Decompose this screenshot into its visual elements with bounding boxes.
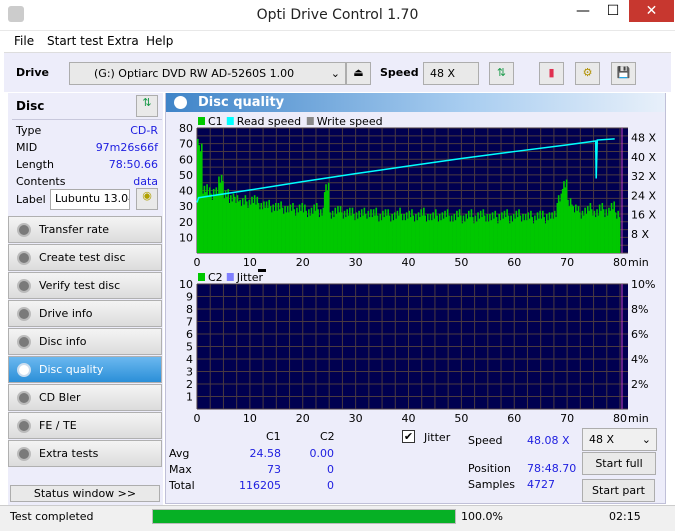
charts: 10203040506070800 10 20 30 40 50 60 70 80 min8 X1… [179, 115, 656, 425]
y2-tick-label: 4% [631, 353, 648, 366]
legend-label: Jitter [236, 271, 264, 284]
start-full-button[interactable]: Start full [582, 452, 656, 475]
x-tick-label: 80 [613, 256, 627, 269]
speed-key: Speed [468, 434, 503, 447]
y-tick-label: 80 [179, 122, 193, 135]
y2-tick-label: 32 X [631, 170, 656, 183]
stats-c1-value: 116205 [239, 479, 281, 492]
status-text: Test completed [10, 510, 94, 523]
y-tick-label: 40 [179, 185, 193, 198]
position-value: 78:48.70 [527, 462, 577, 475]
stats-col-c1: C1 [266, 430, 281, 443]
samples-key: Samples [468, 478, 515, 491]
x-tick-label: 30 [349, 412, 363, 425]
y-tick-label: 10 [179, 231, 193, 244]
y2-tick-label: 6% [631, 328, 648, 341]
y-tick-label: 3 [186, 366, 193, 379]
legend-swatch [226, 273, 234, 281]
stats-c2-value: 0 [327, 479, 334, 492]
legend-swatch [226, 117, 234, 125]
y-tick-label: 2 [186, 378, 193, 391]
y2-tick-label: 16 X [631, 209, 656, 222]
x-tick-label: 0 [194, 256, 201, 269]
y2-tick-label: 48 X [631, 132, 656, 145]
y-tick-label: 30 [179, 200, 193, 213]
legend-swatch [198, 273, 205, 281]
jitter-checkbox[interactable]: ✔ [402, 430, 415, 443]
test-speed-select[interactable]: 48 X ⌄ [582, 428, 657, 451]
progress-bar [152, 509, 456, 524]
x-tick-label: 0 [194, 412, 201, 425]
status-bar: Test completed 100.0% 02:15 [0, 505, 675, 531]
legend-swatch [198, 117, 205, 125]
y2-tick-label: 10% [631, 278, 655, 291]
x-tick-label: 60 [507, 412, 521, 425]
elapsed-time: 02:15 [609, 510, 641, 523]
x-tick-label: 50 [454, 256, 468, 269]
test-speed-value: 48 X [589, 433, 615, 446]
stats-c2-value: 0 [327, 463, 334, 476]
x-tick-label: 30 [349, 256, 363, 269]
legend-label: C2 [208, 271, 223, 284]
x-tick-label: 20 [296, 412, 310, 425]
legend-label: Write speed [317, 115, 383, 128]
x-tick-label: 70 [560, 256, 574, 269]
stats-col-c2: C2 [320, 430, 335, 443]
x-tick-label: 20 [296, 256, 310, 269]
stats-c1-value: 24.58 [249, 447, 282, 460]
x-tick-label: 70 [560, 412, 574, 425]
x-tick-label: 80 [613, 412, 627, 425]
stats-row-key: Total [169, 479, 195, 492]
y-tick-label: 20 [179, 216, 193, 229]
y-tick-label: 6 [186, 328, 193, 341]
progress-text: 100.0% [461, 510, 503, 523]
position-key: Position [468, 462, 511, 475]
x-tick-label: 10 [243, 256, 257, 269]
stats-row-key: Avg [169, 447, 190, 460]
y-tick-label: 10 [179, 278, 193, 291]
stats-c2-value: 0.00 [309, 447, 335, 460]
y-tick-label: 8 [186, 303, 193, 316]
legend-label: Read speed [237, 115, 301, 128]
y2-tick-label: 24 X [631, 189, 656, 202]
start-part-button[interactable]: Start part [582, 479, 655, 502]
x-unit-label: min [628, 412, 649, 425]
x-tick-label: 60 [507, 256, 521, 269]
stats-row-key: Max [169, 463, 192, 476]
y-tick-label: 4 [186, 353, 193, 366]
y-tick-label: 60 [179, 153, 193, 166]
x-tick-label: 50 [454, 412, 468, 425]
x-tick-label: 10 [243, 412, 257, 425]
speed-value: 48.08 X [527, 434, 570, 447]
legend-label: C1 [208, 115, 223, 128]
y-tick-label: 50 [179, 169, 193, 182]
c1-bar [618, 217, 621, 253]
y-tick-label: 1 [186, 391, 193, 404]
y-tick-label: 9 [186, 291, 193, 304]
x-tick-label: 40 [402, 412, 416, 425]
chevron-down-icon: ⌄ [641, 433, 651, 446]
y2-tick-label: 8 X [631, 228, 649, 241]
y2-tick-label: 8% [631, 303, 648, 316]
jitter-label: Jitter [424, 431, 451, 444]
stats-c1-value: 73 [267, 463, 281, 476]
x-tick-label: 40 [402, 256, 416, 269]
x-unit-label: min [628, 256, 649, 269]
samples-value: 4727 [527, 478, 555, 491]
y-tick-label: 70 [179, 138, 193, 151]
y-tick-label: 7 [186, 316, 193, 329]
legend-swatch [306, 117, 314, 125]
y2-tick-label: 2% [631, 378, 648, 391]
legend-marker [258, 269, 266, 272]
y2-tick-label: 40 X [631, 151, 656, 164]
y-tick-label: 5 [186, 341, 193, 354]
